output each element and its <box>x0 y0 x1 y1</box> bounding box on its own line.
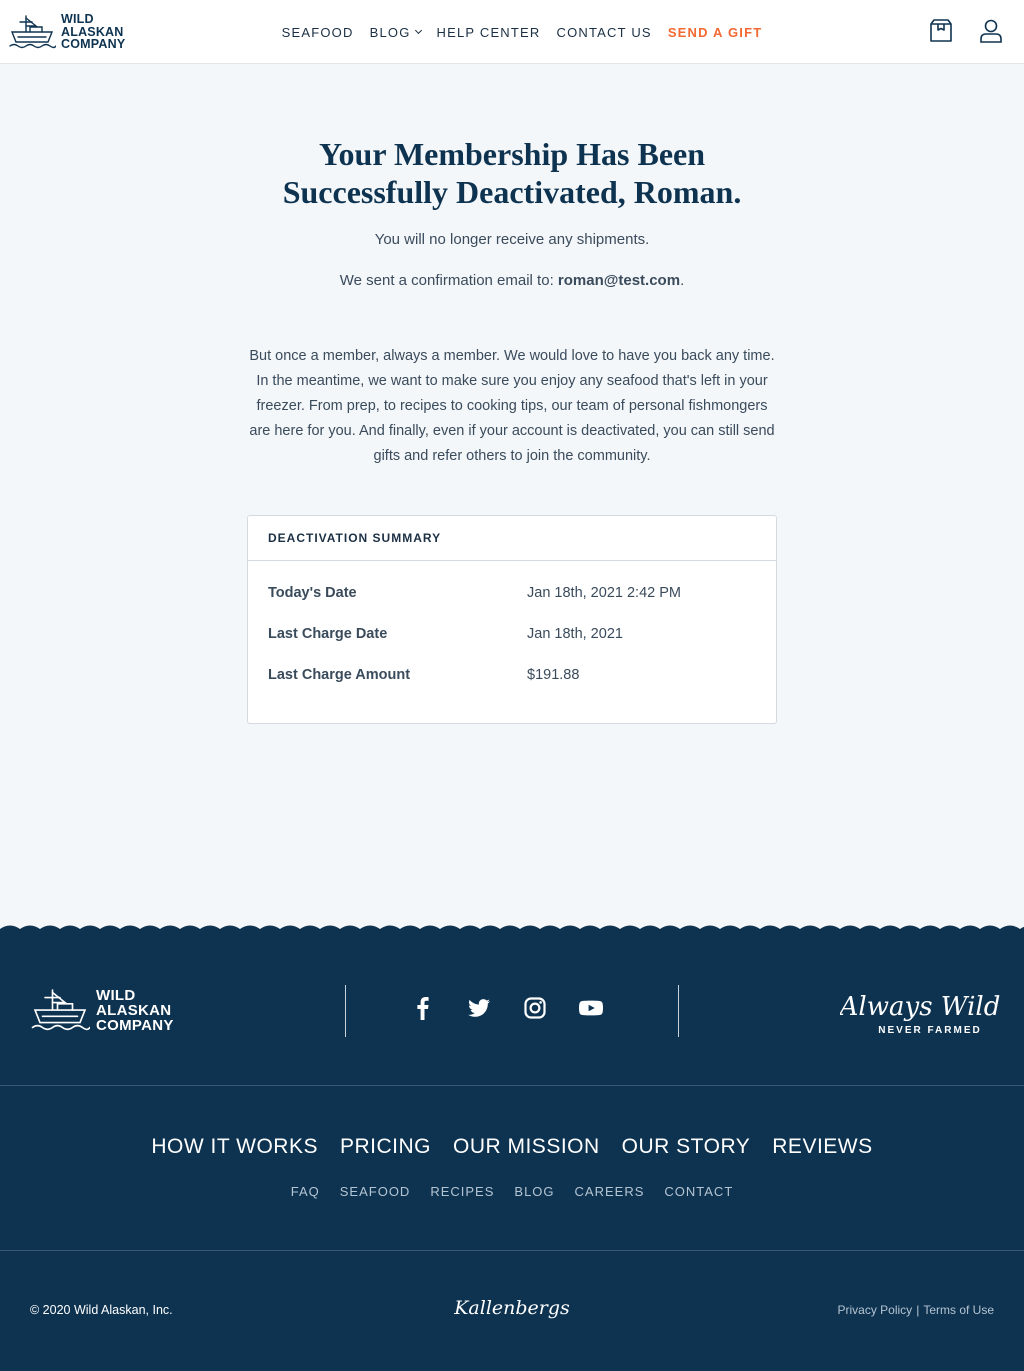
youtube-icon[interactable] <box>578 995 604 1021</box>
footer-primary-nav: HOW IT WORKS PRICING OUR MISSION OUR STO… <box>0 1135 1024 1159</box>
boat-logo-icon <box>31 989 90 1031</box>
footer-link-faq[interactable]: FAQ <box>291 1184 320 1199</box>
always-wild-logo: Always Wild NEVER FARMED <box>840 992 1000 1036</box>
footer-link-pricing[interactable]: PRICING <box>340 1135 431 1159</box>
main-nav: SEAFOOD BLOG HELP CENTER CONTACT US SEND… <box>0 0 1024 64</box>
footer-secondary-nav: FAQ SEAFOOD RECIPES BLOG CAREERS CONTACT <box>0 1184 1024 1199</box>
copyright-text: © 2020 Wild Alaskan, Inc. <box>30 1303 173 1317</box>
legal-links: Privacy Policy | Terms of Use <box>838 1303 995 1317</box>
shipments-text: You will no longer receive any shipments… <box>374 231 650 248</box>
footer-link-blog[interactable]: BLOG <box>514 1184 554 1199</box>
footer-link-recipes[interactable]: RECIPES <box>430 1184 494 1199</box>
footer-link-contact[interactable]: CONTACT <box>664 1184 733 1199</box>
title-line-2: Successfully Deactivated, Roman. <box>282 174 742 210</box>
confirmation-email: roman@test.com <box>557 272 681 289</box>
footer-logo-wordmark: WILD ALASKAN COMPANY <box>96 986 174 1034</box>
box-icon[interactable] <box>928 18 954 44</box>
instagram-icon[interactable] <box>522 995 548 1021</box>
footer-divider-bottom <box>0 1250 1024 1251</box>
confirmation-suffix: . <box>680 272 685 289</box>
nav-blog[interactable]: BLOG <box>369 24 422 40</box>
summary-label: Last Charge Date <box>268 626 388 642</box>
summary-value: Jan 18th, 2021 2:42 PM <box>527 585 681 601</box>
summary-heading: DEACTIVATION SUMMARY <box>248 516 776 561</box>
confirmation-text: We sent a confirmation email to: roman@t… <box>212 272 812 289</box>
brand-script: Kallenbergs <box>453 1297 570 1319</box>
footer-logo[interactable]: WILD ALASKAN COMPANY <box>30 985 174 1035</box>
social-links <box>410 995 604 1021</box>
footer-divider-left <box>345 985 346 1037</box>
logo-wordmark: WILD ALASKAN COMPANY <box>61 12 126 52</box>
nav-blog-label: BLOG <box>369 24 411 40</box>
brand-logo[interactable]: WILD ALASKAN COMPANY <box>8 12 125 52</box>
boat-logo-icon <box>9 15 56 49</box>
footer-link-how-it-works[interactable]: HOW IT WORKS <box>151 1135 318 1159</box>
footer-divider-top <box>0 1085 1024 1086</box>
footer-link-seafood[interactable]: SEAFOOD <box>340 1184 411 1199</box>
tagline-script: Always Wild <box>840 992 1000 1022</box>
footer-link-reviews[interactable]: REVIEWS <box>772 1135 872 1159</box>
summary-label: Last Charge Amount <box>268 667 411 683</box>
summary-value: $191.88 <box>527 667 580 683</box>
deactivation-summary-card: DEACTIVATION SUMMARY Today's Date Jan 18… <box>247 515 777 724</box>
footer-divider-right <box>678 985 679 1037</box>
nav-help-center[interactable]: HELP CENTER <box>437 25 541 40</box>
facebook-icon[interactable] <box>410 995 436 1021</box>
site-footer: WILD ALASKAN COMPANY Always Wild NEVER F… <box>0 935 1024 1371</box>
page-title: Your Membership Has Been Successfully De… <box>212 135 812 211</box>
summary-label: Today's Date <box>268 585 357 601</box>
footer-link-our-story[interactable]: OUR STORY <box>622 1135 751 1159</box>
title-line-1: Your Membership Has Been <box>318 136 706 172</box>
footer-wave-divider <box>0 925 1024 936</box>
nav-send-a-gift[interactable]: SEND A GIFT <box>668 25 763 40</box>
privacy-policy-link[interactable]: Privacy Policy <box>838 1303 913 1317</box>
nav-contact-us[interactable]: CONTACT US <box>557 25 652 40</box>
footer-link-careers[interactable]: CAREERS <box>575 1184 645 1199</box>
come-back-paragraph: But once a member, always a member. We w… <box>249 348 775 464</box>
confirmation-prefix: We sent a confirmation email to: <box>339 272 558 289</box>
tagline-sub: NEVER FARMED <box>878 1025 981 1036</box>
user-icon[interactable] <box>978 18 1004 44</box>
legal-separator: | <box>916 1303 920 1317</box>
chevron-down-icon <box>414 26 422 35</box>
kallenbergs-logo[interactable]: Kallenbergs <box>452 1293 572 1325</box>
site-header: WILD ALASKAN COMPANY SEAFOOD BLOG HELP C… <box>0 0 1024 64</box>
footer-link-our-mission[interactable]: OUR MISSION <box>453 1135 600 1159</box>
summary-value: Jan 18th, 2021 <box>527 626 623 642</box>
twitter-icon[interactable] <box>466 995 492 1021</box>
nav-seafood[interactable]: SEAFOOD <box>282 25 354 40</box>
terms-of-use-link[interactable]: Terms of Use <box>923 1303 994 1317</box>
